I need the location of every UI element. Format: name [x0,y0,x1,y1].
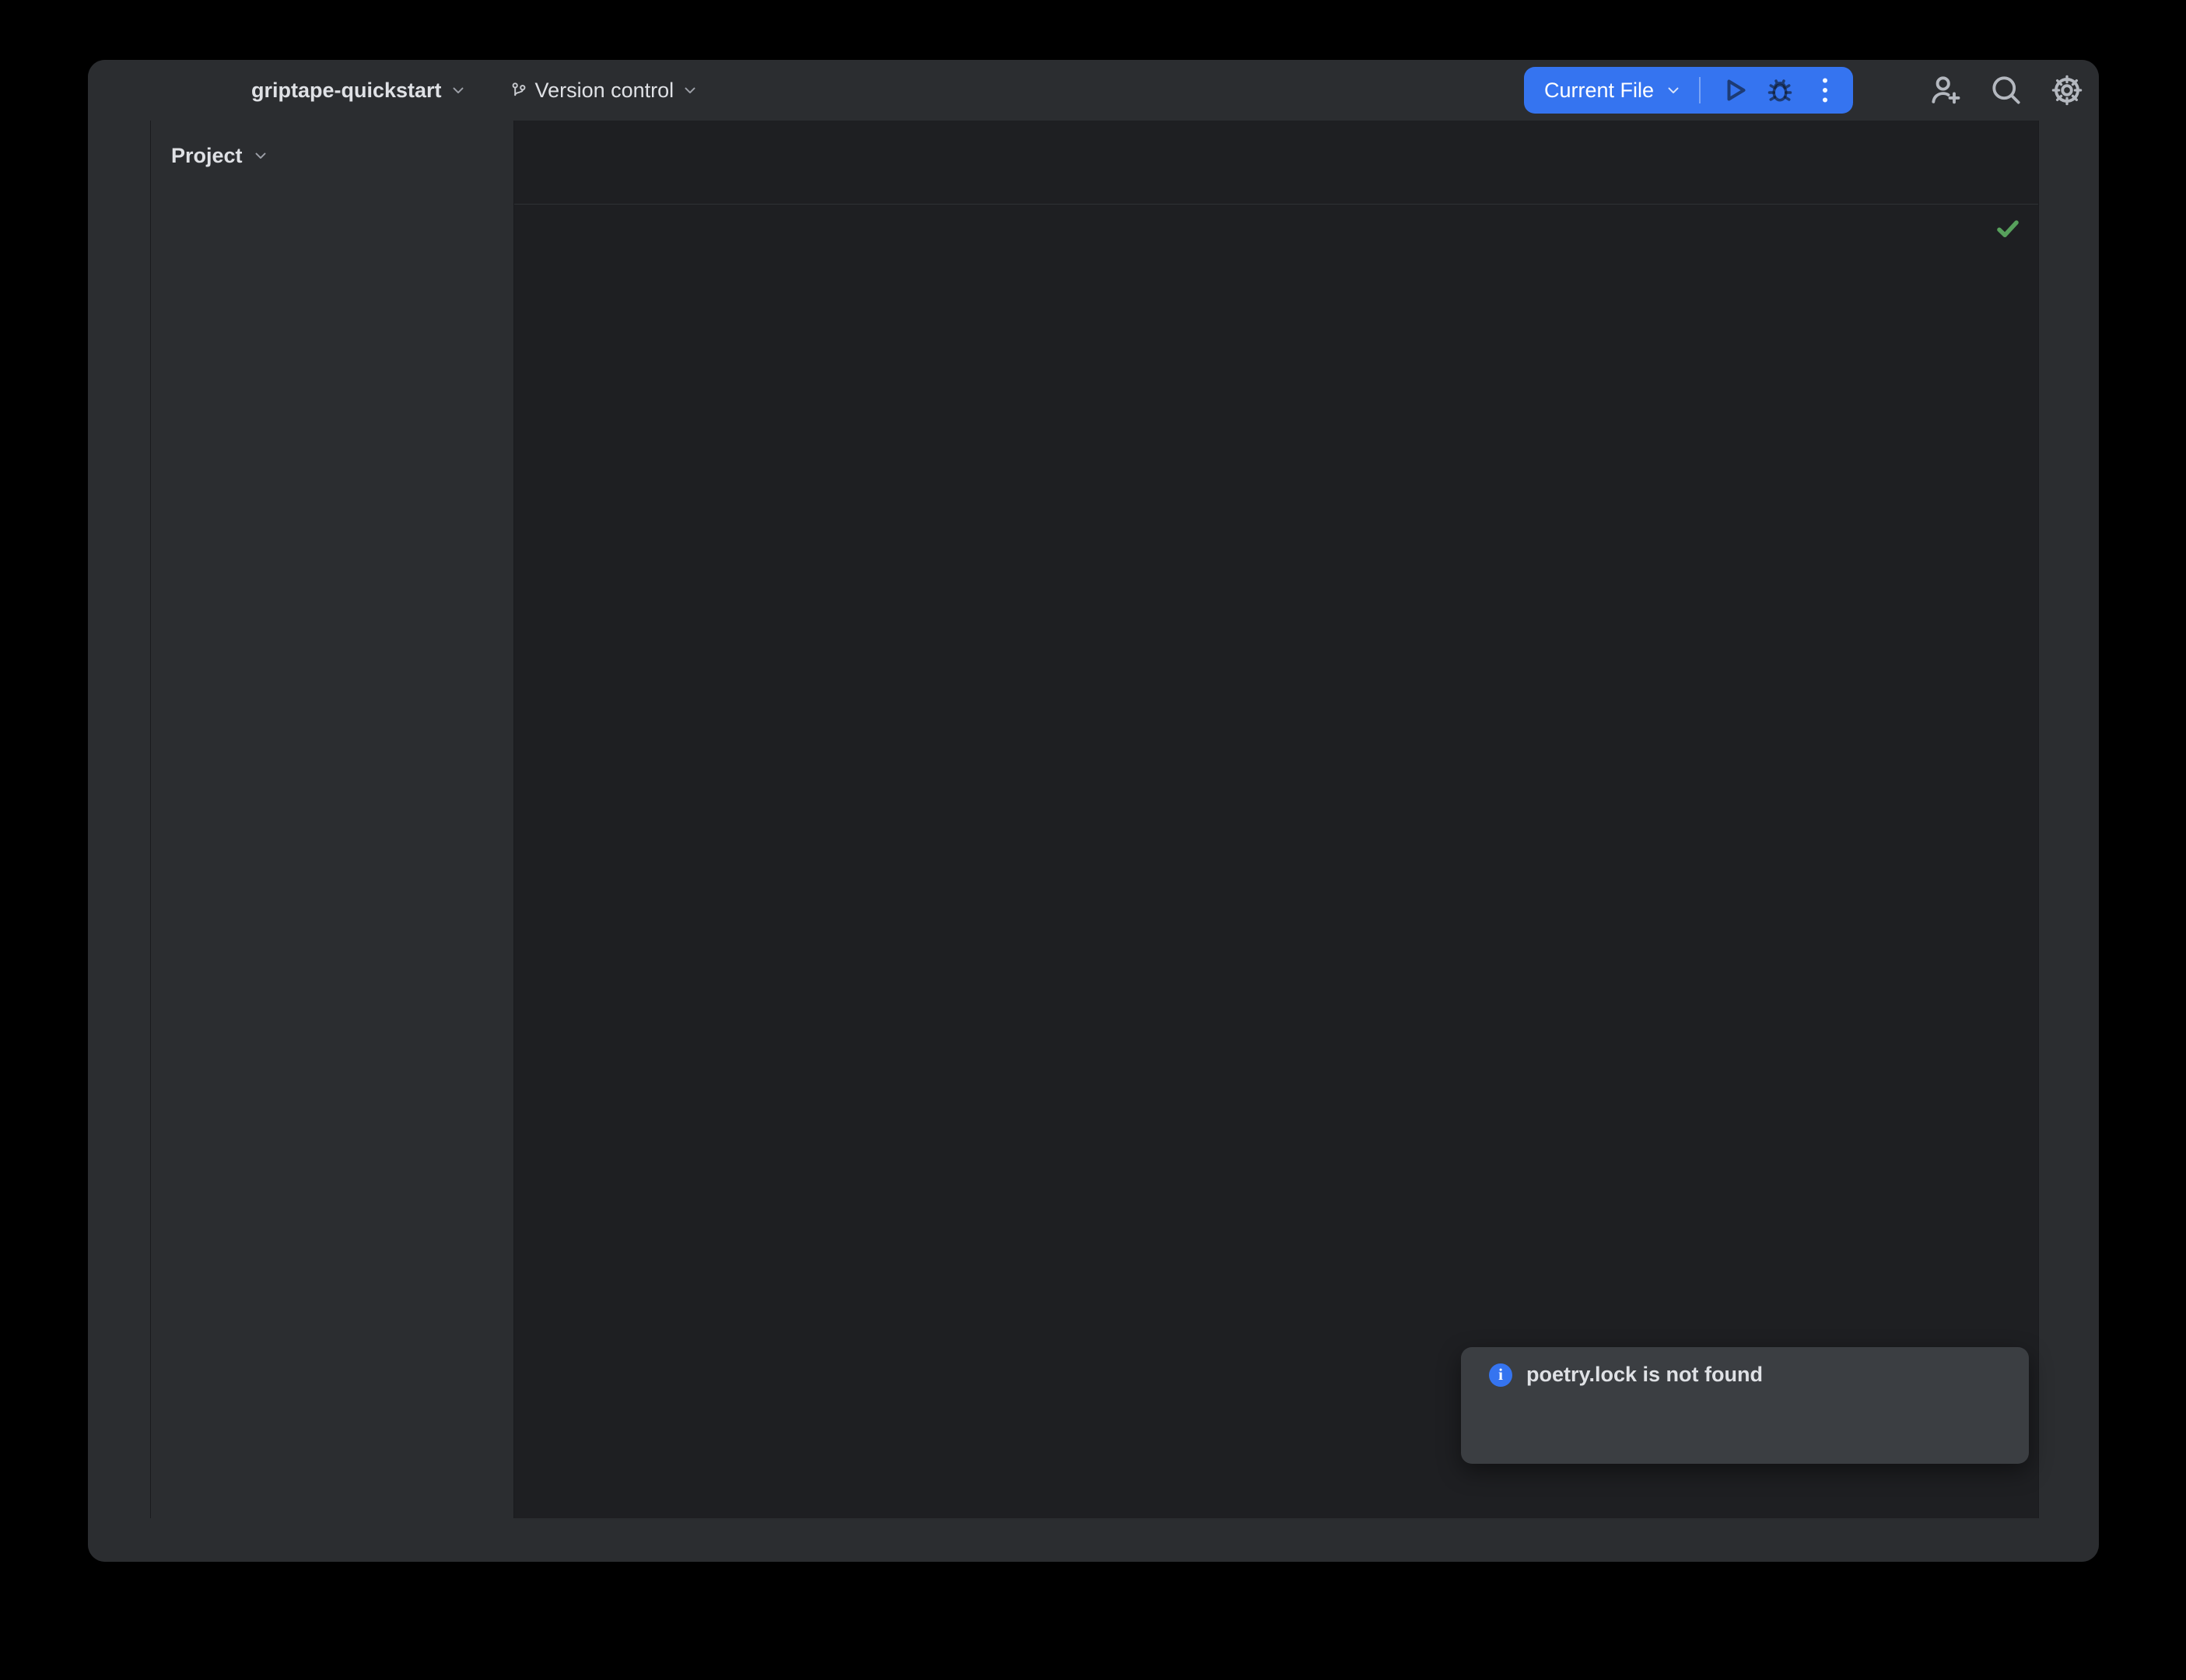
run-configuration-widget[interactable]: Current File [1524,67,1853,114]
search-everywhere-button[interactable] [1988,72,2024,108]
vcs-widget[interactable]: Version control [510,79,699,103]
main-area: Project [88,121,2099,1518]
right-tool-strip [2039,121,2099,1518]
chevron-down-icon [252,147,269,164]
git-branch-icon [510,82,527,99]
project-panel: Project [151,121,513,1518]
settings-button[interactable] [2049,72,2085,108]
chevron-down-icon [450,82,467,99]
minimize-window-button[interactable] [149,79,173,102]
project-panel-title: Project [171,144,243,168]
editor-area [514,121,2038,1518]
ide-window: griptape-quickstart Version control Curr… [88,60,2099,1562]
chevron-down-icon [1665,82,1682,99]
tab-bar [514,121,2038,205]
vcs-widget-label: Version control [535,79,674,103]
maximize-window-button[interactable] [192,79,215,102]
window-controls [107,79,215,102]
project-panel-header[interactable]: Project [151,121,513,191]
inspections-ok-icon[interactable] [1995,215,2021,242]
left-tool-strip [88,121,150,1518]
code-editor[interactable] [514,205,2038,1518]
pill-divider [1699,77,1701,103]
run-button[interactable] [1718,73,1752,107]
project-switcher-label: griptape-quickstart [251,79,442,103]
project-tree [151,191,513,1518]
titlebar-actions [1928,72,2085,108]
chevron-down-icon [681,82,699,99]
more-run-options-button[interactable] [1808,73,1842,107]
title-bar: griptape-quickstart Version control Curr… [88,60,2099,121]
notification-title: poetry.lock is not found [1526,1363,1763,1387]
close-window-button[interactable] [107,79,130,102]
info-icon: i [1489,1363,1512,1387]
add-user-button[interactable] [1928,72,1964,108]
debug-button[interactable] [1763,73,1797,107]
status-bar [88,1518,2099,1562]
run-configuration-label: Current File [1544,79,1654,103]
project-switcher[interactable]: griptape-quickstart [251,79,467,103]
notification-balloon: i poetry.lock is not found [1461,1347,2029,1464]
